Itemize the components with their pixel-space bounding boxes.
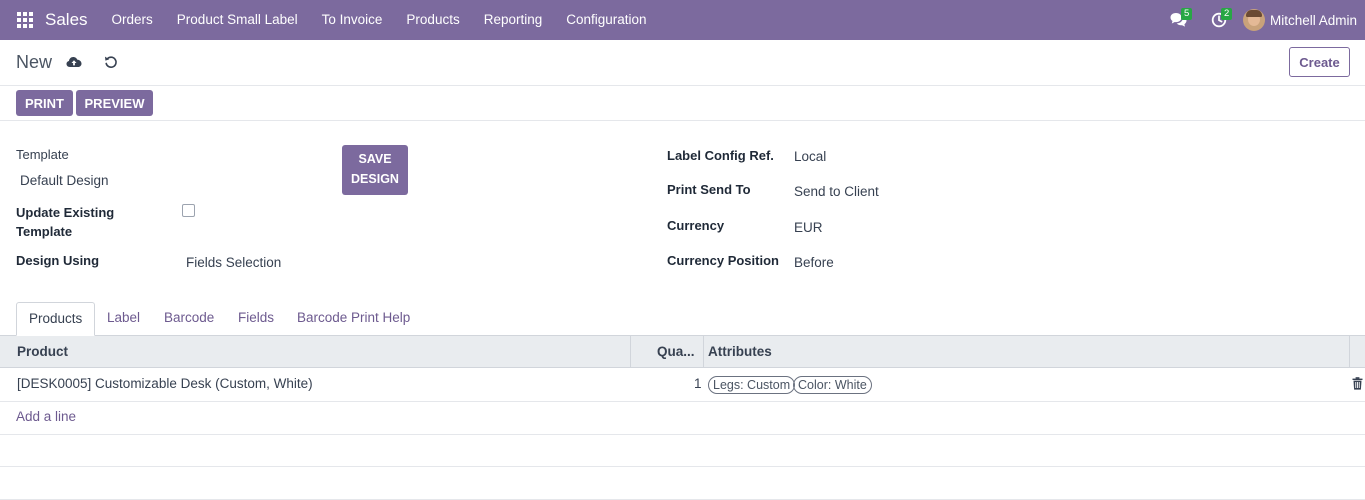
currency-label: Currency — [667, 218, 725, 233]
user-menu[interactable]: Mitchell Admin — [1242, 9, 1357, 31]
undo-icon[interactable] — [103, 54, 119, 70]
menu-orders[interactable]: Orders — [100, 0, 165, 40]
attribute-tag: Legs: Custom — [708, 376, 796, 394]
systray: 5 2 Mitchell Admin — [1159, 0, 1365, 40]
attribute-tag: Color: White — [793, 376, 872, 394]
menu-product-small-label[interactable]: Product Small Label — [165, 0, 310, 40]
quantity-cell[interactable]: 1 — [694, 376, 702, 391]
trash-icon[interactable] — [1352, 377, 1363, 390]
tab-label[interactable]: Label — [107, 302, 140, 336]
empty-row — [0, 467, 1365, 500]
user-name: Mitchell Admin — [1269, 12, 1357, 28]
apps-menu-icon[interactable] — [17, 12, 33, 28]
control-panel: New Create — [0, 40, 1365, 86]
product-cell[interactable]: [DESK0005] Customizable Desk (Custom, Wh… — [17, 376, 313, 391]
column-header-attributes[interactable]: Attributes — [708, 336, 772, 368]
menu-reporting[interactable]: Reporting — [472, 0, 555, 40]
tab-products[interactable]: Products — [16, 302, 96, 336]
main-menu: Orders Product Small Label To Invoice Pr… — [100, 0, 659, 40]
update-existing-template-label: Update Existing Template — [16, 205, 115, 239]
column-header-quantity[interactable]: Qua... — [657, 336, 695, 368]
activities-badge: 2 — [1220, 8, 1233, 20]
currency-field[interactable]: EUR — [794, 220, 823, 235]
menu-to-invoice[interactable]: To Invoice — [310, 0, 395, 40]
label-config-ref-label: Label Config Ref. — [667, 148, 774, 163]
notebook-tabs: Products Label Barcode Fields Barcode Pr… — [0, 302, 1365, 336]
column-divider — [703, 336, 704, 368]
column-divider — [1349, 336, 1350, 368]
label-config-ref-field[interactable]: Local — [794, 149, 826, 164]
cloud-upload-icon[interactable] — [66, 54, 82, 70]
template-field[interactable]: Default Design — [20, 173, 109, 188]
create-button[interactable]: Create — [1289, 47, 1350, 77]
menu-products[interactable]: Products — [394, 0, 471, 40]
print-send-to-label: Print Send To — [667, 182, 751, 197]
design-using-field[interactable]: Fields Selection — [186, 255, 281, 270]
template-label: Template — [16, 147, 69, 162]
empty-row — [0, 435, 1365, 467]
avatar — [1242, 9, 1265, 31]
tab-barcode[interactable]: Barcode — [164, 302, 214, 336]
save-design-button[interactable]: SAVE DESIGN — [342, 145, 408, 195]
app-brand[interactable]: Sales — [45, 10, 88, 30]
update-existing-template-checkbox[interactable] — [182, 204, 195, 217]
table-header: Product Qua... Attributes — [0, 336, 1365, 368]
print-send-to-field[interactable]: Send to Client — [794, 184, 879, 199]
top-navbar: Sales Orders Product Small Label To Invo… — [0, 0, 1365, 40]
menu-configuration[interactable]: Configuration — [554, 0, 658, 40]
print-button[interactable]: PRINT — [16, 90, 73, 116]
column-divider — [630, 336, 631, 368]
tab-fields[interactable]: Fields — [238, 302, 274, 336]
activities-button[interactable]: 2 — [1199, 0, 1239, 40]
add-line-row — [0, 402, 1365, 435]
breadcrumb: New — [16, 52, 53, 72]
currency-position-field[interactable]: Before — [794, 255, 834, 270]
form-button-bar: PRINT PREVIEW — [0, 86, 1365, 121]
messages-badge: 5 — [1180, 8, 1193, 20]
preview-button[interactable]: PREVIEW — [76, 90, 153, 116]
column-header-product[interactable]: Product — [17, 336, 68, 368]
add-a-line-link[interactable]: Add a line — [16, 409, 76, 424]
design-using-label: Design Using — [16, 253, 100, 268]
messages-button[interactable]: 5 — [1159, 0, 1199, 40]
tab-barcode-print-help[interactable]: Barcode Print Help — [297, 302, 410, 336]
currency-position-label: Currency Position — [667, 253, 779, 268]
